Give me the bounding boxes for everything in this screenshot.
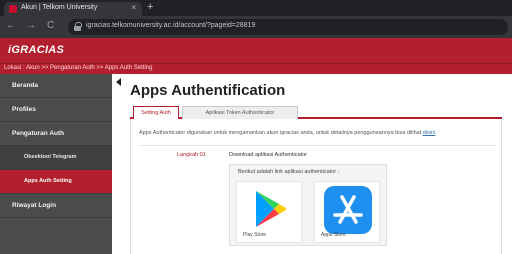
sidebar-item-label: Obsektool Telegram [24, 154, 77, 160]
new-tab-button[interactable]: + [147, 1, 153, 13]
telkom-favicon-icon [9, 5, 17, 13]
app-store-icon [324, 186, 372, 234]
app-links-box: Berikut adalah link aplikasi authenticat… [229, 164, 387, 246]
close-tab-icon[interactable]: × [131, 3, 136, 13]
details-link[interactable]: disini [423, 130, 436, 136]
description-body: Apps Authenticator digunakan untuk menga… [139, 130, 422, 136]
forward-button[interactable]: → [26, 20, 36, 32]
tab-label: Setting Auth [141, 110, 171, 116]
divider [139, 145, 495, 146]
lock-icon [74, 22, 82, 31]
igracias-logo[interactable]: iGRACIAS [8, 44, 64, 56]
tab-panel: Apps Authenticator digunakan untuk menga… [130, 119, 502, 254]
sidebar-item-telegram[interactable]: Obsektool Telegram [0, 146, 112, 170]
browser-tab[interactable]: Akun | Telkom University × [4, 2, 142, 16]
sidebar-item-label: Riwayat Login [12, 202, 57, 209]
tab-token-authenticator[interactable]: Aplikasi Token Authenticator [182, 106, 298, 119]
back-button[interactable]: ← [6, 20, 16, 32]
page-title: Apps Authentification [130, 82, 286, 99]
app-store-link[interactable]: Apps Store [314, 181, 380, 243]
browser-tab-strip: Akun | Telkom University × + [0, 0, 512, 16]
tab-setting-auth[interactable]: Setting Auth [133, 106, 179, 119]
breadcrumb: Lokasi : Akun >> Pengaturan Auth >> Apps… [4, 65, 153, 71]
tab-label: Aplikasi Token Authenticator [205, 110, 275, 116]
tab-bar: Setting Auth Aplikasi Token Authenticato… [130, 105, 502, 119]
sidebar-item-apps-auth-setting[interactable]: Apps Auth Setting [0, 170, 112, 194]
collapse-sidebar-icon[interactable] [116, 78, 121, 86]
sidebar-item-label: Pengaturan Auth [12, 130, 65, 137]
sidebar-item-label: Profiles [12, 106, 36, 113]
sidebar-item-pengaturan-auth[interactable]: Pengaturan Auth [0, 122, 112, 146]
google-play-icon [256, 191, 286, 227]
sidebar-item-beranda[interactable]: Beranda [0, 74, 112, 98]
step-title: Download aplikasi Authenticator [229, 152, 307, 158]
app-name: Apps Store [321, 232, 346, 238]
site-header: iGRACIAS [0, 38, 512, 63]
sidebar: Beranda Profiles Pengaturan Auth Obsekto… [0, 74, 112, 254]
breadcrumb-bar: Lokasi : Akun >> Pengaturan Auth >> Apps… [0, 63, 512, 74]
sidebar-item-profiles[interactable]: Profiles [0, 98, 112, 122]
browser-toolbar: ← → C igracias.telkomuniversity.ac.id/ac… [0, 16, 512, 38]
sidebar-item-label: Beranda [12, 82, 39, 89]
description-text: Apps Authenticator digunakan untuk menga… [139, 130, 435, 136]
app-name: Play Store [243, 232, 267, 238]
address-bar-url: igracias.telkomuniversity.ac.id/account/… [86, 22, 256, 29]
browser-tab-title: Akun | Telkom University [21, 4, 98, 11]
sidebar-item-label: Apps Auth Setting [24, 178, 72, 184]
play-store-link[interactable]: Play Store [236, 181, 302, 243]
reload-button[interactable]: C [47, 20, 54, 32]
step-label: Langkah 01 [177, 152, 206, 158]
main-content: Apps Authentification Setting Auth Aplik… [112, 74, 512, 254]
address-bar[interactable]: igracias.telkomuniversity.ac.id/account/… [68, 19, 508, 35]
sidebar-item-riwayat-login[interactable]: Riwayat Login [0, 194, 112, 218]
app-links-caption: Berikut adalah link aplikasi authenticat… [238, 169, 340, 175]
